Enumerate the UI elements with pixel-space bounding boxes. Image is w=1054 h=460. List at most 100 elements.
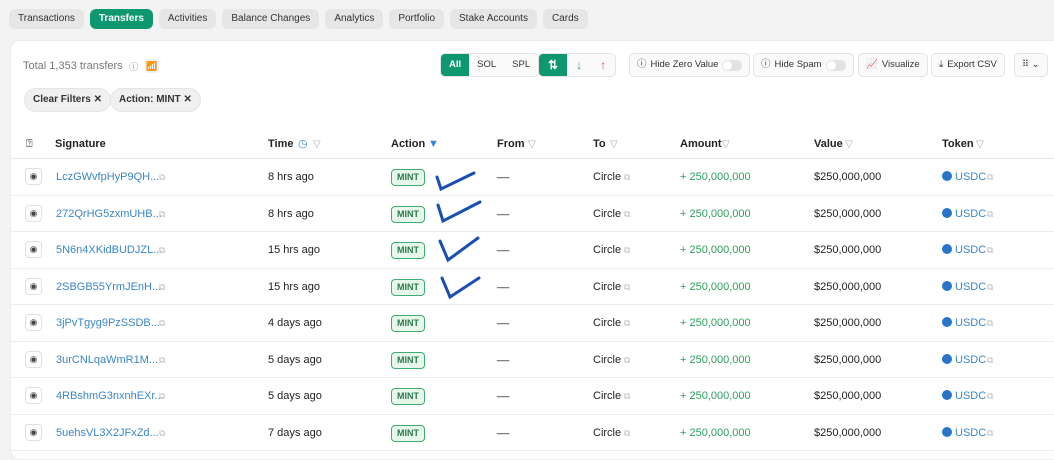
close-icon[interactable]: ✕: [94, 94, 102, 105]
to-link[interactable]: Circle: [593, 159, 621, 195]
filter-spl[interactable]: SPL: [504, 54, 538, 76]
copy-icon[interactable]: ⧉: [987, 269, 993, 305]
direction-out[interactable]: ↑: [591, 54, 615, 76]
time-cell: 8 hrs ago: [268, 207, 314, 220]
to-link[interactable]: Circle: [593, 269, 621, 305]
filter-icon[interactable]: ▽: [976, 130, 984, 159]
to-link[interactable]: Circle: [593, 378, 621, 414]
direction-both[interactable]: ⇅: [539, 54, 568, 76]
clock-icon[interactable]: ◷: [298, 130, 308, 159]
eye-icon[interactable]: ◉: [25, 314, 42, 331]
table-row: ◉ 2SBGB55YrmJEnH... ⧉ 15 hrs ago MINT __…: [11, 269, 1054, 305]
copy-icon[interactable]: ⧉: [624, 378, 630, 414]
tab-analytics[interactable]: Analytics: [325, 9, 384, 29]
signature-link[interactable]: 2SBGB55YrmJEnH...: [56, 269, 161, 305]
token-link[interactable]: USDC: [942, 305, 986, 341]
tab-activities[interactable]: Activities: [158, 9, 217, 29]
filter-all[interactable]: All: [441, 54, 470, 76]
eye-icon[interactable]: ◉: [25, 204, 42, 222]
filter-icon[interactable]: ▽: [722, 130, 730, 159]
token-link[interactable]: USDC: [942, 269, 986, 305]
close-icon[interactable]: ✕: [183, 94, 191, 105]
eye-icon[interactable]: ◉: [25, 350, 42, 368]
to-link[interactable]: Circle: [593, 232, 621, 268]
tab-transfers[interactable]: Transfers: [89, 9, 153, 29]
token-link[interactable]: USDC: [942, 232, 986, 268]
help-icon[interactable]: ⍰: [26, 130, 33, 159]
chart-icon[interactable]: 📶: [144, 59, 159, 73]
eye-icon[interactable]: ◉: [25, 241, 42, 258]
hide-spam-toggle[interactable]: ⓘ Hide Spam: [753, 53, 854, 77]
copy-icon[interactable]: ⧉: [987, 378, 993, 414]
copy-icon[interactable]: ⧉: [159, 269, 165, 305]
usdc-coin-icon: [942, 353, 952, 364]
copy-icon[interactable]: ⧉: [987, 159, 993, 195]
copy-icon[interactable]: ⧉: [624, 342, 630, 378]
copy-icon[interactable]: ⧉: [624, 159, 630, 195]
eye-icon[interactable]: ◉: [25, 277, 42, 295]
copy-icon[interactable]: ⧉: [987, 415, 993, 451]
filter-icon[interactable]: ▽: [610, 130, 618, 159]
tab-balance-changes[interactable]: Balance Changes: [222, 9, 320, 29]
info-icon[interactable]: ⓘ: [127, 59, 141, 73]
toggle-switch[interactable]: [722, 59, 743, 71]
time-cell: 15 hrs ago: [268, 280, 320, 293]
to-link[interactable]: Circle: [593, 305, 621, 341]
signature-link[interactable]: 4RBshmG3nxnhEXr...: [56, 378, 164, 414]
token-link[interactable]: USDC: [942, 378, 986, 414]
tab-stake-accounts[interactable]: Stake Accounts: [450, 9, 537, 29]
column-settings-button[interactable]: ⠿ ⌄: [1014, 53, 1048, 77]
tab-transactions[interactable]: Transactions: [9, 9, 84, 29]
toggle-switch[interactable]: [825, 59, 846, 71]
clear-filters-chip[interactable]: Clear Filters ✕: [24, 88, 111, 112]
copy-icon[interactable]: ⧉: [624, 196, 630, 232]
direction-in[interactable]: ↓: [567, 54, 591, 76]
token-link[interactable]: USDC: [942, 196, 986, 232]
to-link[interactable]: Circle: [593, 196, 621, 232]
filter-sol[interactable]: SOL: [469, 54, 504, 76]
copy-icon[interactable]: ⧉: [624, 415, 630, 451]
copy-icon[interactable]: ⧉: [159, 305, 165, 341]
export-csv-button[interactable]: ⤓ Export CSV: [931, 53, 1005, 77]
filter-icon[interactable]: ▽: [313, 130, 321, 159]
usdc-coin-icon: [942, 317, 952, 327]
copy-icon[interactable]: ⧉: [159, 196, 165, 232]
token-link[interactable]: USDC: [942, 342, 986, 378]
filter-active-icon[interactable]: ▼: [428, 130, 439, 159]
copy-icon[interactable]: ⧉: [159, 415, 165, 451]
tab-cards[interactable]: Cards: [542, 9, 588, 29]
signature-link[interactable]: LczGWvfpHyP9QH...: [56, 159, 159, 195]
filter-icon[interactable]: ▽: [845, 130, 853, 159]
copy-icon[interactable]: ⧉: [624, 232, 630, 268]
copy-icon[interactable]: ⧉: [159, 159, 165, 195]
copy-icon[interactable]: ⧉: [987, 196, 993, 232]
usdc-coin-icon: [942, 171, 952, 181]
copy-icon[interactable]: ⧉: [159, 232, 165, 268]
signature-link[interactable]: 5uehsVL3X2JFxZd...: [56, 415, 159, 451]
tab-portfolio[interactable]: Portfolio: [389, 9, 445, 29]
copy-icon[interactable]: ⧉: [624, 305, 630, 341]
signature-link[interactable]: 3jPvTgyg9PzSSDB...: [56, 305, 160, 341]
signature-link[interactable]: 5N6n4XKidBUDJZL...: [56, 232, 162, 268]
signature-link[interactable]: 3urCNLqaWmR1M...: [56, 342, 158, 378]
to-link[interactable]: Circle: [593, 415, 621, 451]
copy-icon[interactable]: ⧉: [987, 305, 993, 341]
hide-zero-value-toggle[interactable]: ⓘ Hide Zero Value: [629, 53, 751, 77]
to-link[interactable]: Circle: [593, 342, 621, 378]
visualize-button[interactable]: 📈 Visualize: [858, 53, 928, 77]
signature-link[interactable]: 272QrHG5zxmUHB...: [56, 196, 162, 232]
token-link[interactable]: USDC: [942, 415, 986, 451]
hide-spam-label: Hide Spam: [774, 59, 822, 70]
copy-icon[interactable]: ⧉: [624, 269, 630, 305]
copy-icon[interactable]: ⧉: [987, 342, 993, 378]
copy-icon[interactable]: ⧉: [987, 232, 993, 268]
eye-icon[interactable]: ◉: [25, 423, 42, 441]
filter-icon[interactable]: ▽: [528, 130, 536, 159]
eye-icon[interactable]: ◉: [25, 168, 42, 185]
token-link[interactable]: USDC: [942, 159, 986, 195]
eye-icon[interactable]: ◉: [25, 387, 42, 404]
action-filter-chip[interactable]: Action: MINT ✕: [110, 88, 201, 112]
from-cell: __: [497, 240, 510, 252]
copy-icon[interactable]: ⧉: [159, 378, 165, 414]
copy-icon[interactable]: ⧉: [159, 342, 165, 378]
